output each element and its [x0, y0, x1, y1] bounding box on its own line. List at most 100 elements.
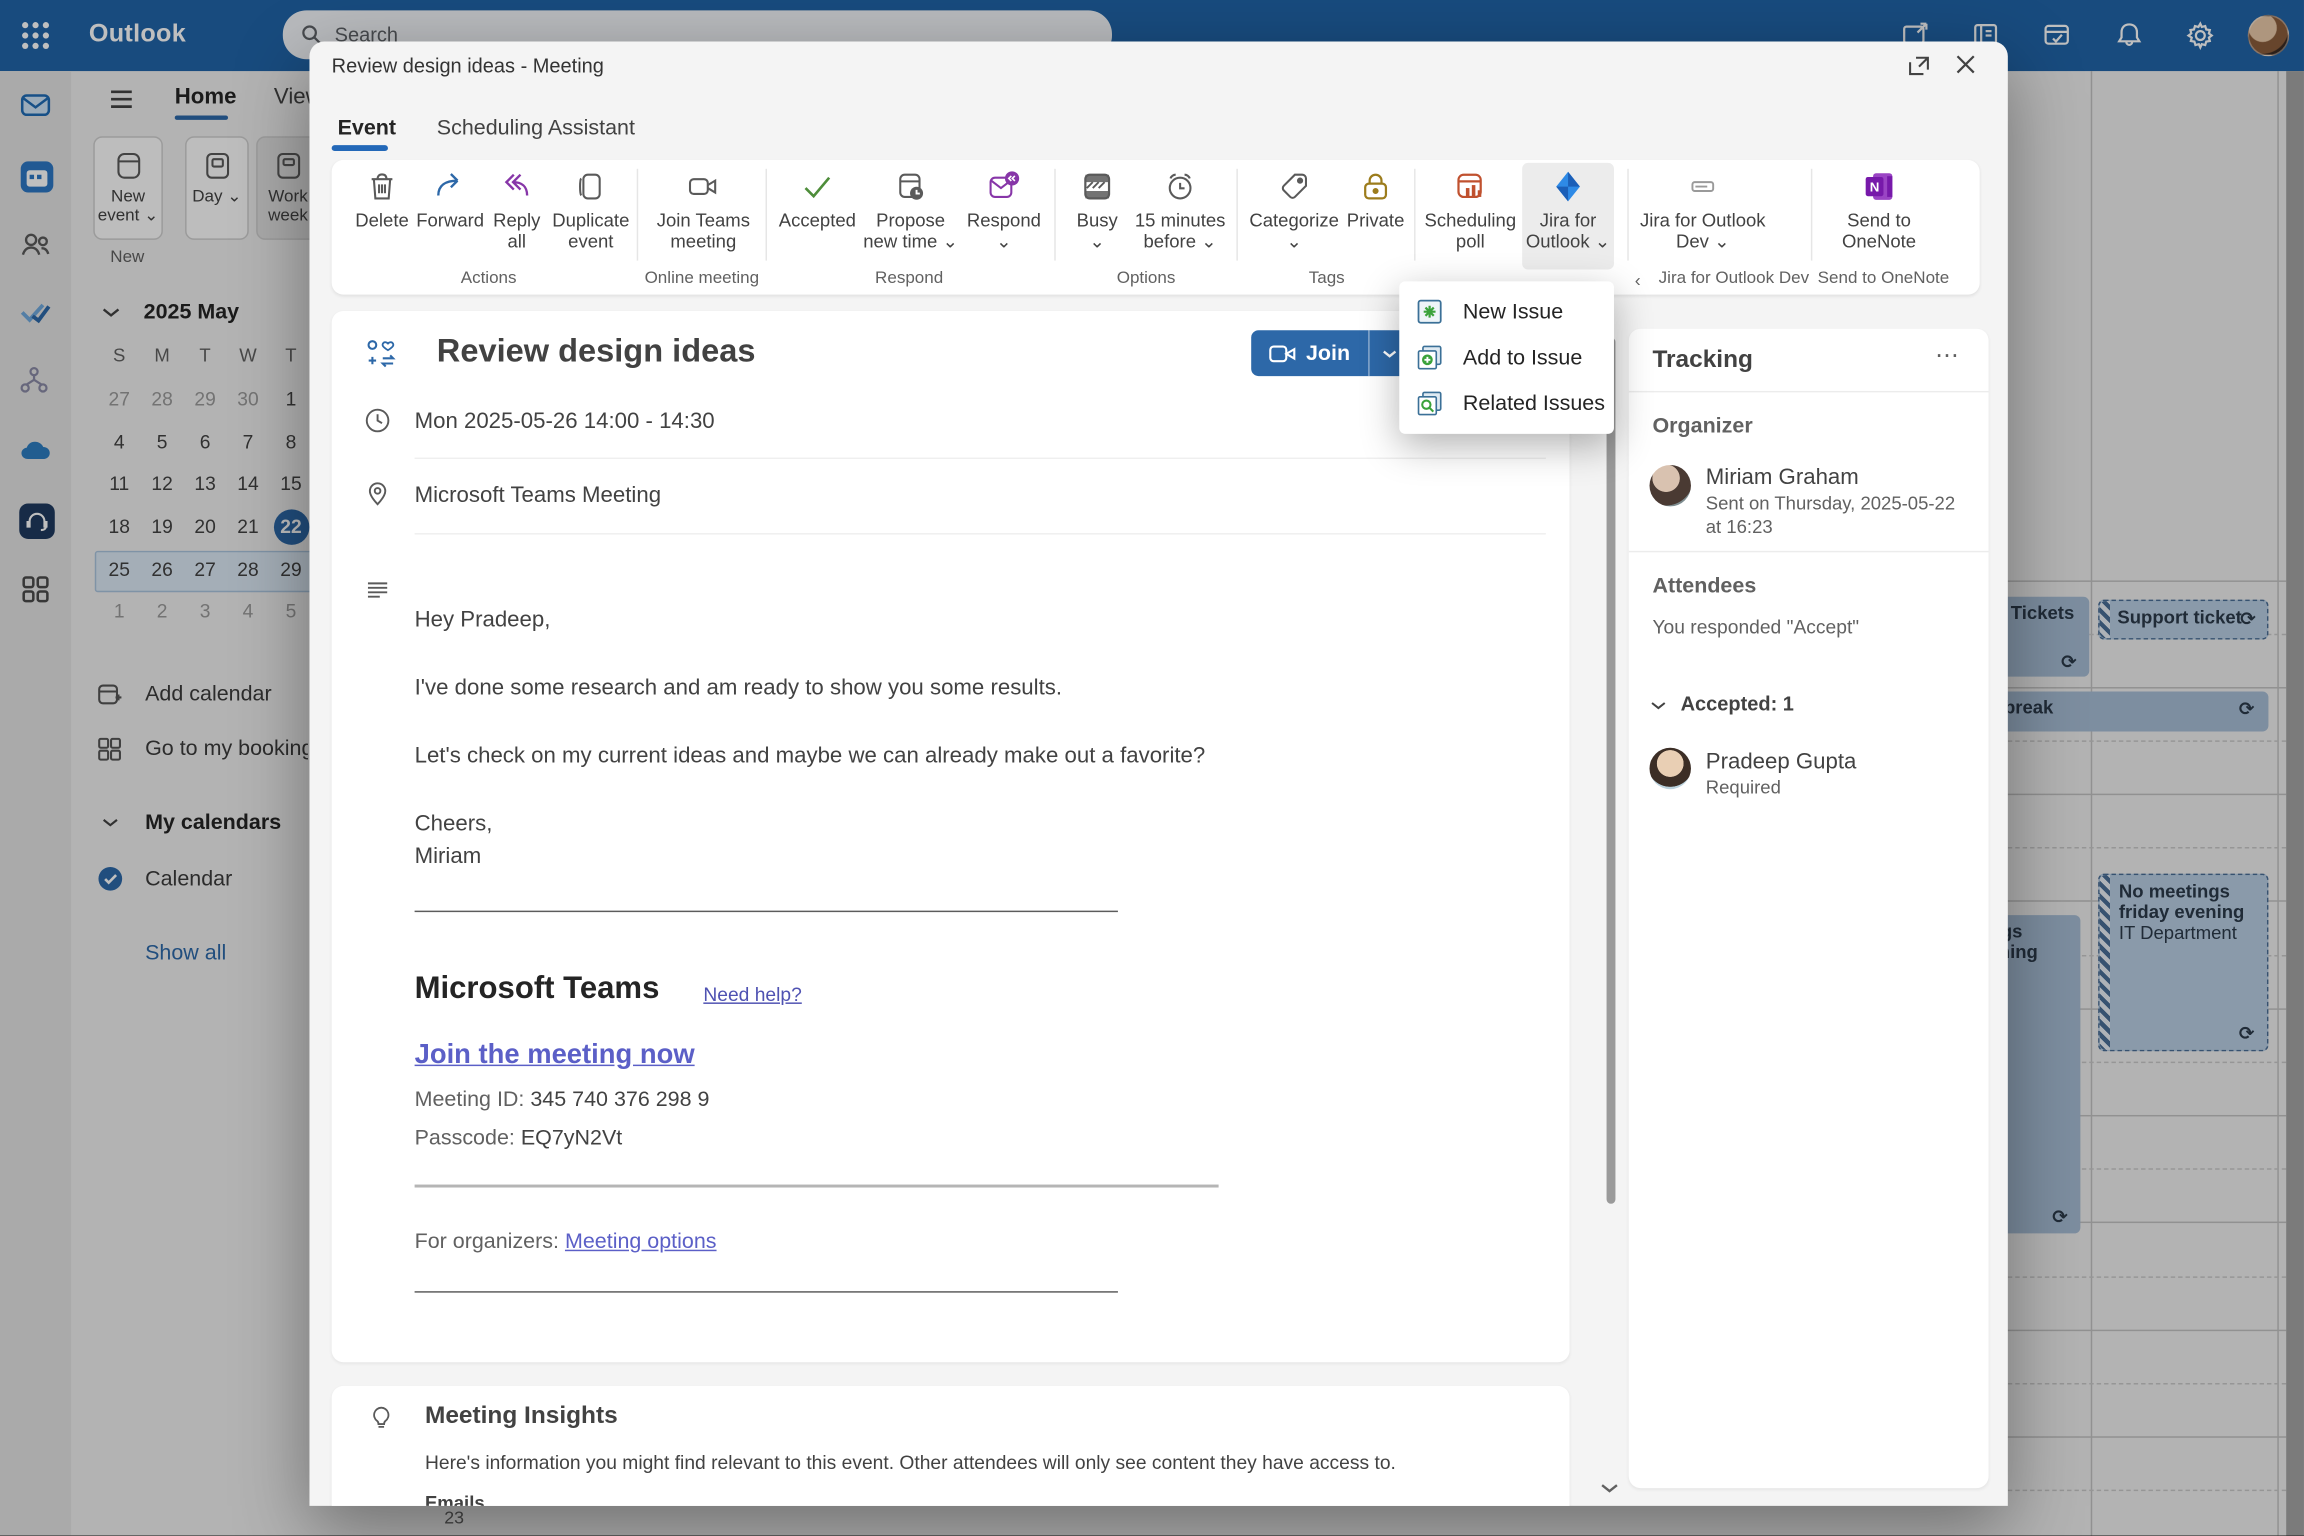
location-pin-icon — [364, 480, 391, 507]
outlook-app: Outlook Search Home View New event ⌄ Day… — [0, 0, 2304, 1536]
accepted-chevron-icon[interactable] — [1649, 699, 1667, 712]
organizer-avatar — [1649, 464, 1691, 507]
footer-divider — [414, 1291, 1118, 1293]
reminder-button[interactable]: 15 minutes before ⌄ — [1128, 169, 1232, 253]
reply-all-icon — [499, 169, 535, 205]
related-issues-icon — [1417, 391, 1442, 416]
menu-item-related-issues[interactable]: Related Issues — [1399, 381, 1614, 427]
meeting-options-link[interactable]: Meeting options — [565, 1230, 717, 1254]
meeting-id-row: Meeting ID: 345 740 376 298 9 — [414, 1088, 710, 1113]
join-button[interactable]: Join — [1251, 330, 1410, 377]
join-meeting-link[interactable]: Join the meeting now — [415, 1038, 695, 1071]
jira-dev-placeholder-icon — [1685, 169, 1721, 205]
busy-status-icon — [1079, 169, 1115, 205]
body-line1: I've done some research and am ready to … — [414, 675, 1063, 701]
group-label-respond: Respond — [875, 269, 944, 288]
insights-emails-label: Emails — [424, 1492, 485, 1506]
onenote-icon: N — [1861, 169, 1897, 205]
passcode-row: Passcode: EQ7yN2Vt — [414, 1126, 623, 1151]
svg-text:N: N — [1870, 180, 1880, 195]
scroll-down-chevron-icon[interactable] — [1599, 1481, 1620, 1496]
jira-for-outlook-button[interactable]: Jira for Outlook ⌄ — [1525, 169, 1611, 253]
add-to-issue-icon — [1417, 345, 1442, 370]
accepted-button[interactable]: Accepted — [776, 169, 859, 232]
alarm-clock-icon — [1162, 169, 1198, 205]
join-teams-meeting-button[interactable]: Join Teams meeting — [647, 169, 760, 253]
private-button[interactable]: Private — [1342, 169, 1410, 232]
trash-icon — [364, 169, 400, 205]
respond-button[interactable]: Respond ⌄ — [962, 169, 1045, 253]
attendee-role: Required — [1705, 777, 1781, 799]
teams-divider — [414, 1184, 1219, 1188]
scheduling-poll-icon — [1453, 169, 1489, 205]
teams-heading: Microsoft Teams — [414, 971, 660, 1006]
propose-new-time-button[interactable]: Propose new time ⌄ — [859, 169, 963, 253]
pop-out-icon[interactable] — [1907, 53, 1937, 83]
response-status: You responded "Accept" — [1652, 615, 1860, 639]
tab-scheduling-assistant[interactable]: Scheduling Assistant — [437, 117, 635, 141]
passcode-value: EQ7yN2Vt — [520, 1126, 623, 1151]
need-help-link[interactable]: Need help? — [703, 983, 801, 1005]
busy-status-button[interactable]: Busy ⌄ — [1066, 169, 1128, 253]
dialog-scrollbar[interactable] — [1606, 337, 1616, 1204]
duplicate-icon — [573, 169, 609, 205]
jira-dropdown-menu: New Issue Add to Issue Related Issues — [1399, 281, 1614, 434]
check-icon — [800, 169, 836, 205]
accepted-count[interactable]: Accepted: 1 — [1681, 693, 1794, 715]
dialog-title: Review design ideas - Meeting — [331, 54, 604, 77]
tag-icon — [1276, 169, 1312, 205]
organizers-row: For organizers: Meeting options — [414, 1230, 717, 1255]
group-label-online-meeting: Online meeting — [644, 269, 760, 288]
organizer-sent-info: Sent on Thursday, 2025-05-22 at 16:23 — [1705, 493, 1956, 538]
attendee-name: Pradeep Gupta — [1705, 749, 1857, 775]
video-camera-icon — [686, 169, 722, 205]
more-options-icon[interactable]: ⋯ — [1935, 341, 1962, 371]
body-line2: Let's check on my current ideas and mayb… — [414, 743, 1206, 769]
group-label-actions: Actions — [460, 269, 517, 288]
meeting-insights-card: Meeting Insights Here's information you … — [331, 1385, 1570, 1506]
meeting-dialog: Review design ideas - Meeting Event Sche… — [309, 41, 2008, 1506]
clock-icon — [364, 407, 391, 434]
respond-mail-icon — [986, 169, 1022, 205]
reply-all-button[interactable]: Reply all — [484, 169, 549, 253]
categorize-button[interactable]: Categorize ⌄ — [1247, 169, 1342, 253]
body-closing: Cheers, — [414, 811, 493, 837]
event-detail-card: Review design ideas Join Mon 2025-05-26 … — [331, 310, 1570, 1363]
send-to-onenote-button[interactable]: N Send to OneNote — [1821, 169, 1936, 253]
notes-icon — [364, 577, 391, 604]
menu-item-add-to-issue[interactable]: Add to Issue — [1399, 335, 1614, 381]
insights-description: Here's information you might find releva… — [424, 1451, 1396, 1474]
body-greeting: Hey Pradeep, — [414, 607, 551, 633]
meeting-id-value: 345 740 376 298 9 — [530, 1088, 710, 1113]
meeting-title: Review design ideas — [436, 331, 756, 369]
lock-icon — [1358, 169, 1394, 205]
ribbon: Delete Forward Reply all Duplicate event… — [331, 159, 1980, 295]
group-label-send-onenote: Send to OneNote — [1817, 269, 1950, 288]
jira-icon — [1550, 169, 1586, 205]
ribbon-scroll-left-icon[interactable]: ‹ — [1635, 269, 1641, 290]
body-divider — [414, 910, 1118, 913]
insights-title: Meeting Insights — [424, 1402, 618, 1429]
calendar-clock-icon — [893, 169, 929, 205]
delete-button[interactable]: Delete — [352, 169, 411, 232]
new-issue-icon — [1417, 299, 1442, 324]
group-label-tags: Tags — [1308, 269, 1345, 288]
group-label-options: Options — [1116, 269, 1176, 288]
event-icon — [364, 338, 397, 371]
forward-arrow-icon — [432, 169, 468, 205]
forward-button[interactable]: Forward — [416, 169, 484, 232]
jira-for-outlook-dev-button[interactable]: Jira for Outlook Dev ⌄ — [1638, 169, 1768, 253]
attendee-avatar — [1649, 747, 1691, 790]
ribbon-expand-chevron-icon[interactable] — [2006, 267, 2007, 280]
duplicate-event-button[interactable]: Duplicate event — [549, 169, 632, 253]
event-tab-underline — [331, 145, 388, 151]
body-signature: Miriam — [414, 843, 482, 870]
close-icon[interactable] — [1955, 53, 1985, 83]
attendees-label: Attendees — [1652, 574, 1757, 599]
menu-item-new-issue[interactable]: New Issue — [1399, 289, 1614, 335]
tab-event[interactable]: Event — [338, 117, 396, 141]
organizer-label: Organizer — [1652, 414, 1753, 439]
tracking-panel: Tracking ⋯ Organizer Miriam Graham Sent … — [1628, 328, 1989, 1489]
meeting-location: Microsoft Teams Meeting — [414, 482, 662, 508]
scheduling-poll-button[interactable]: Scheduling poll — [1424, 169, 1516, 253]
